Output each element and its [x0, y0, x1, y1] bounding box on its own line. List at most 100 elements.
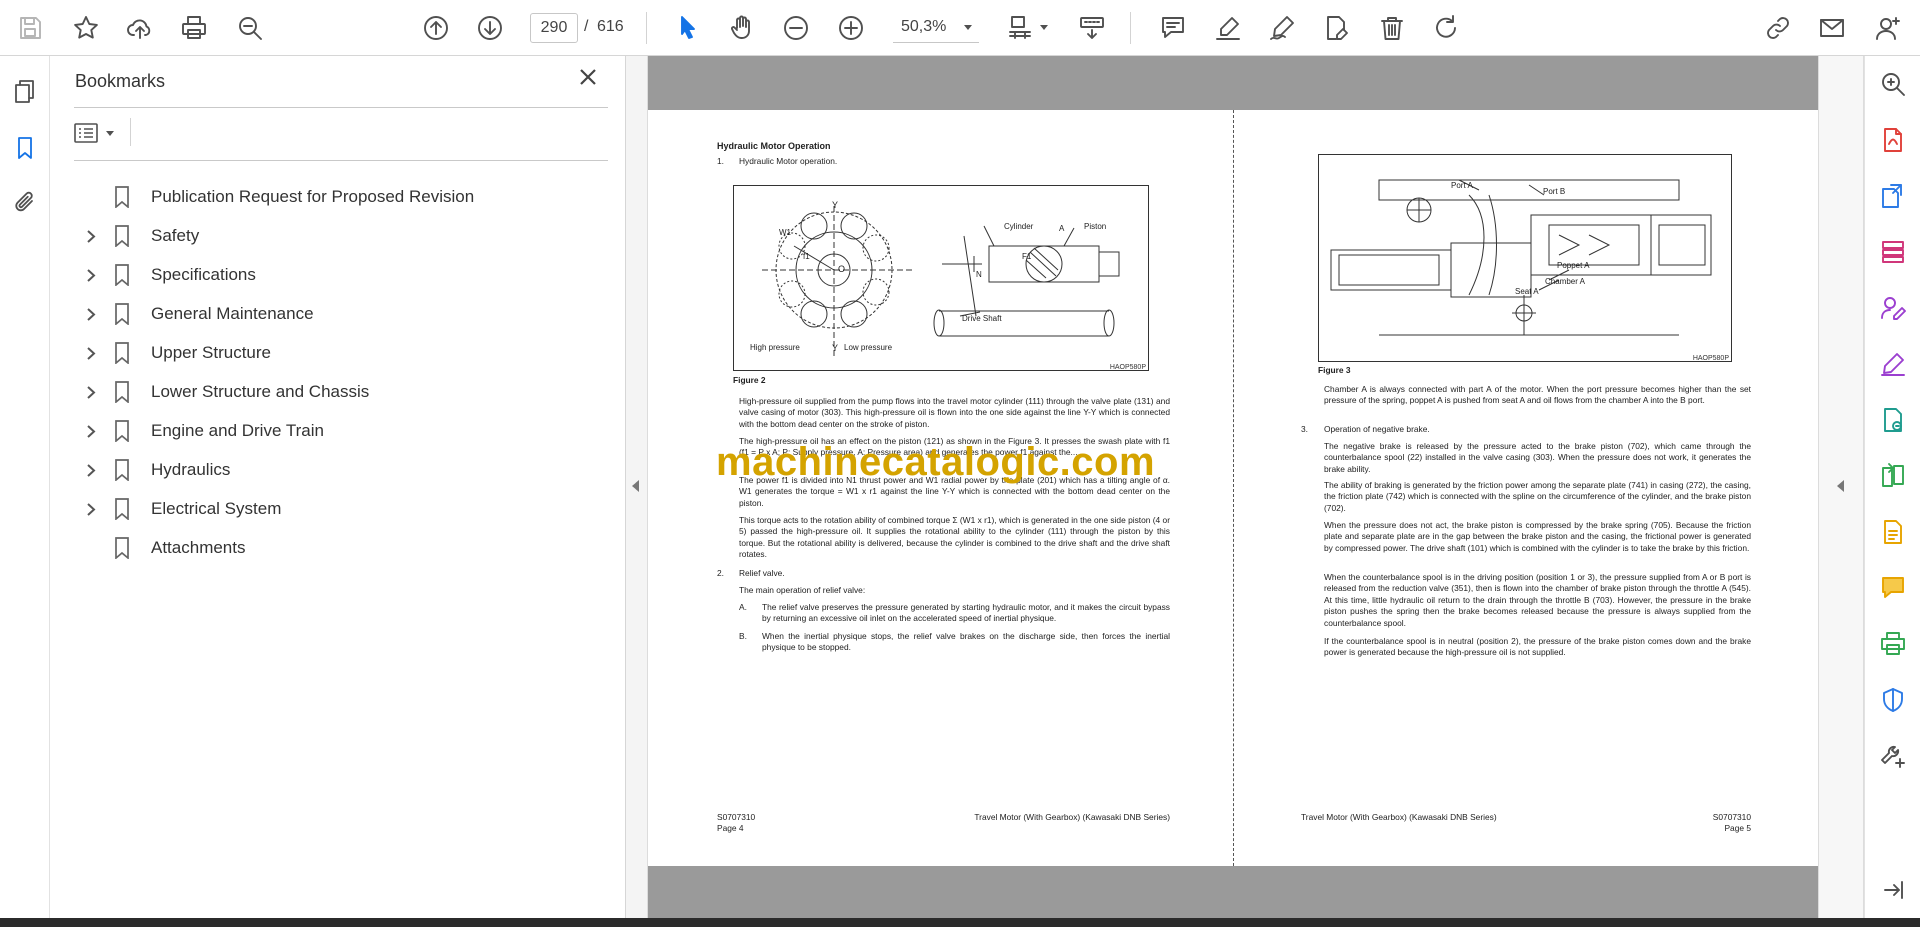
- chevron-right-icon[interactable]: [79, 459, 101, 481]
- scan-ocr-icon[interactable]: [1877, 516, 1909, 548]
- close-panel-button[interactable]: [577, 66, 607, 96]
- chevron-right-icon[interactable]: [79, 225, 101, 247]
- figure-code: HAOP580P: [1109, 364, 1146, 371]
- zoom-search-icon[interactable]: [232, 10, 268, 46]
- paragraph: The main operation of relief valve:: [739, 585, 866, 595]
- page-thumbnails-icon[interactable]: [9, 76, 41, 108]
- chevron-right-icon[interactable]: [79, 498, 101, 520]
- bookmark-flag-icon: [111, 419, 133, 443]
- share-link-icon[interactable]: [1760, 10, 1796, 46]
- page-spread: Hydraulic Motor Operation 1. Hydraulic M…: [648, 110, 1818, 866]
- draw-signature-icon[interactable]: [1264, 10, 1300, 46]
- export-pdf-icon[interactable]: [1877, 180, 1909, 212]
- bookmark-label: Attachments: [151, 538, 246, 557]
- hand-tool-icon[interactable]: [724, 10, 760, 46]
- bookmark-label: Engine and Drive Train: [151, 421, 324, 440]
- print-icon[interactable]: [176, 10, 212, 46]
- fill-and-sign-icon[interactable]: [1877, 348, 1909, 380]
- label-fa: F1: [1022, 252, 1032, 261]
- paragraph: When the pressure does not act, the brak…: [1324, 520, 1751, 553]
- panel-splitter[interactable]: [626, 56, 648, 918]
- collapse-panel-icon[interactable]: [632, 480, 639, 492]
- attachments-icon[interactable]: [9, 186, 41, 218]
- zoom-in-icon[interactable]: [833, 10, 869, 46]
- search-zoom-icon[interactable]: [1877, 68, 1909, 100]
- email-icon[interactable]: [1814, 10, 1850, 46]
- comment-icon[interactable]: [1155, 10, 1191, 46]
- taskbar-strip: [0, 918, 1920, 927]
- chevron-right-icon[interactable]: [79, 303, 101, 325]
- add-user-icon[interactable]: [1870, 10, 1906, 46]
- zoom-dropdown-icon[interactable]: [964, 25, 972, 30]
- bookmark-item[interactable]: Electrical System: [74, 494, 604, 524]
- previous-page-icon[interactable]: [418, 10, 454, 46]
- bookmark-item[interactable]: General Maintenance: [74, 299, 604, 329]
- bookmark-item[interactable]: Upper Structure: [74, 338, 604, 368]
- footer-title: Travel Motor (With Gearbox) (Kawasaki DN…: [974, 812, 1170, 822]
- label-high-pressure: High pressure: [750, 343, 800, 352]
- bookmark-flag-icon: [111, 302, 133, 326]
- page-fit-dropdown-icon[interactable]: [1040, 25, 1048, 30]
- list-item-text: The relief valve preserves the pressure …: [762, 602, 1170, 624]
- chevron-right-icon[interactable]: [79, 381, 101, 403]
- label-drive-shaft: Drive Shaft: [962, 314, 1002, 323]
- bookmark-label: Lower Structure and Chassis: [151, 382, 370, 401]
- figure-caption: Figure 3: [1318, 365, 1351, 375]
- save-icon[interactable]: [12, 10, 48, 46]
- label-poppet-a: Poppet A: [1557, 261, 1590, 270]
- bookmarks-icon[interactable]: [9, 132, 41, 164]
- list-letter: B.: [739, 631, 747, 641]
- cloud-upload-icon[interactable]: [122, 10, 158, 46]
- comment-tool-icon[interactable]: [1877, 572, 1909, 604]
- tools-splitter[interactable]: [1818, 56, 1864, 918]
- figure-3: Port A Port B Poppet A Chamber A Seat A …: [1318, 154, 1732, 362]
- bookmark-item[interactable]: Attachments: [74, 533, 604, 563]
- star-icon[interactable]: [68, 10, 104, 46]
- list-number: 1.: [717, 156, 724, 166]
- print-production-icon[interactable]: [1877, 628, 1909, 660]
- bookmark-item[interactable]: Lower Structure and Chassis: [74, 377, 604, 407]
- keyboard-scroll-icon[interactable]: [1074, 10, 1110, 46]
- bookmark-flag-icon: [111, 497, 133, 521]
- delete-icon[interactable]: [1374, 10, 1410, 46]
- chevron-right-icon[interactable]: [79, 264, 101, 286]
- page-number-input[interactable]: 290: [530, 13, 578, 43]
- bookmark-options-button[interactable]: [74, 118, 122, 148]
- label-n: N: [976, 270, 982, 279]
- document-viewer[interactable]: Hydraulic Motor Operation 1. Hydraulic M…: [648, 56, 1818, 918]
- chevron-right-icon[interactable]: [79, 420, 101, 442]
- collapse-tools-icon[interactable]: [1877, 874, 1909, 906]
- figure-2: Y W1 f1 O Cylinder A Piston F1 N Drive S…: [733, 185, 1149, 371]
- select-cursor-icon[interactable]: [670, 10, 706, 46]
- request-signatures-icon[interactable]: [1877, 292, 1909, 324]
- page-fit-icon[interactable]: [1002, 10, 1038, 46]
- label-y-top: Y: [832, 200, 839, 210]
- bookmark-item[interactable]: Specifications: [74, 260, 604, 290]
- protect-shield-icon[interactable]: [1877, 684, 1909, 716]
- create-pdf-icon[interactable]: [1877, 124, 1909, 156]
- footer-title: Travel Motor (With Gearbox) (Kawasaki DN…: [1301, 812, 1497, 822]
- bookmark-flag-icon: [111, 458, 133, 482]
- bookmark-label: Safety: [151, 226, 200, 245]
- list-item-text: Hydraulic Motor operation.: [739, 156, 838, 166]
- top-toolbar: 290 / 616 50,3%: [0, 0, 1920, 56]
- brake-valve-diagram: [1330, 179, 1712, 336]
- next-page-icon[interactable]: [472, 10, 508, 46]
- bookmark-item[interactable]: Safety: [74, 221, 604, 251]
- bookmark-item[interactable]: Engine and Drive Train: [74, 416, 604, 446]
- bookmark-item[interactable]: Publication Request for Proposed Revisio…: [74, 182, 604, 212]
- organize-pages-icon[interactable]: [1877, 236, 1909, 268]
- chevron-right-icon[interactable]: [79, 342, 101, 364]
- compare-files-icon[interactable]: [1877, 460, 1909, 492]
- zoom-out-icon[interactable]: [778, 10, 814, 46]
- fill-sign-icon[interactable]: [1318, 10, 1354, 46]
- bookmark-label: General Maintenance: [151, 304, 314, 323]
- more-tools-icon[interactable]: [1877, 740, 1909, 772]
- highlight-pen-icon[interactable]: [1210, 10, 1246, 46]
- redo-icon[interactable]: [1428, 10, 1464, 46]
- bookmark-item[interactable]: Hydraulics: [74, 455, 604, 485]
- panel-divider: [74, 107, 608, 108]
- label-w1: W1: [779, 228, 791, 237]
- expand-tools-icon[interactable]: [1837, 480, 1844, 492]
- edit-pdf-icon[interactable]: [1877, 404, 1909, 436]
